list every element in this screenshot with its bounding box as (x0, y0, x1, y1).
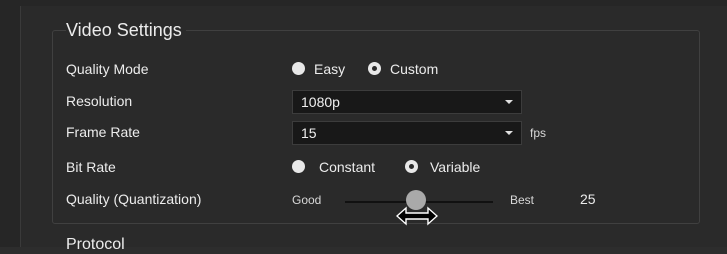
chevron-down-icon (505, 100, 513, 104)
bit-rate-variable-label[interactable]: Variable (430, 159, 480, 175)
chevron-down-icon (505, 131, 513, 135)
quality-mode-custom-label[interactable]: Custom (390, 61, 438, 77)
resolution-label: Resolution (66, 93, 133, 109)
frame-rate-unit: fps (530, 126, 547, 140)
resolution-value: 1080p (301, 94, 340, 110)
bit-rate-label: Bit Rate (66, 159, 116, 175)
horizontal-resize-cursor-icon (396, 206, 438, 226)
slider-min-label: Good (292, 193, 322, 207)
quality-mode-custom-radio[interactable] (368, 62, 381, 75)
left-frame (0, 0, 20, 247)
frame-rate-label: Frame Rate (66, 124, 140, 140)
video-settings-title: Video Settings (66, 20, 186, 41)
slider-max-label: Best (510, 193, 535, 207)
frame-rate-value: 15 (301, 125, 317, 141)
bit-rate-variable-radio[interactable] (405, 160, 418, 173)
protocol-section-title: Protocol (66, 236, 125, 253)
bit-rate-constant-label[interactable]: Constant (319, 159, 375, 175)
frame-rate-select[interactable]: 15 (292, 121, 522, 145)
quality-mode-label: Quality Mode (66, 61, 149, 77)
quality-mode-easy-label[interactable]: Easy (314, 61, 345, 77)
quality-value: 25 (580, 191, 596, 207)
resolution-select[interactable]: 1080p (292, 90, 522, 114)
quality-quantization-label: Quality (Quantization) (66, 191, 202, 207)
quality-mode-easy-radio[interactable] (292, 62, 305, 75)
bit-rate-constant-radio[interactable] (292, 160, 305, 173)
